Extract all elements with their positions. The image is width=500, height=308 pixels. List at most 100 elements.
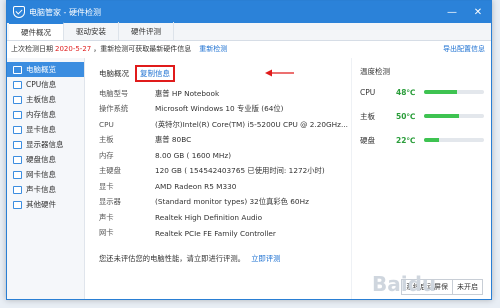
sidebar-item-network[interactable]: 网卡信息	[7, 167, 84, 182]
recheck-link[interactable]: 重新检测	[199, 44, 227, 54]
info-value: 8.00 GB ( 1600 MHz)	[155, 151, 232, 161]
watermark-logo: Baidu	[372, 272, 437, 296]
info-value: AMD Radeon R5 M330	[155, 182, 237, 192]
info-key: 显示器	[99, 197, 121, 207]
network-icon	[13, 170, 22, 179]
benchmark-now-link[interactable]: 立即评测	[251, 254, 280, 263]
copy-info-button[interactable]: 复制信息	[135, 64, 175, 82]
sound-icon	[13, 185, 22, 194]
temp-label: 主板	[360, 111, 375, 121]
tab-bar: 硬件概况 驱动安装 硬件评测	[7, 22, 491, 41]
minimize-button[interactable]: —	[439, 1, 465, 23]
info-key: CPU	[99, 120, 114, 130]
monitor-icon	[13, 65, 22, 74]
temperature-heading: 温度检测	[360, 67, 390, 76]
tab-benchmark[interactable]: 硬件评测	[119, 22, 174, 40]
tab-overview[interactable]: 硬件概况	[9, 22, 64, 40]
disk-icon	[13, 155, 22, 164]
tab-drivers[interactable]: 驱动安装	[64, 22, 119, 40]
temp-bar	[424, 114, 484, 118]
temperature-panel: 温度检测 CPU 48℃ 主板 50℃ 硬盘 22℃	[351, 58, 491, 299]
sidebar-item-label: 硬盘信息	[26, 155, 56, 164]
info-row-gpu: 显卡 AMD Radeon R5 M330	[99, 179, 351, 195]
shield-icon	[13, 6, 25, 18]
temp-row-motherboard: 主板 50℃	[360, 104, 491, 128]
info-key: 声卡	[99, 212, 114, 222]
overview-panel: 电脑概况 复制信息 电脑型号 惠普 HP Notebook 操作系统 Microso…	[85, 58, 351, 299]
info-key: 显卡	[99, 181, 114, 191]
sidebar-item-sound[interactable]: 声卡信息	[7, 182, 84, 197]
sidebar-item-gpu[interactable]: 显卡信息	[7, 122, 84, 137]
sidebar-item-label: 显示器信息	[26, 140, 64, 149]
close-button[interactable]: ✕	[465, 1, 491, 23]
motherboard-icon	[13, 95, 22, 104]
temp-value: 50℃	[396, 111, 416, 121]
benchmark-prompt: 您还未评估您的电脑性能，请立即进行评测。 立即评测	[99, 254, 280, 264]
info-row-sound: 声卡 Realtek High Definition Audio	[99, 210, 351, 226]
sidebar-item-label: 内存信息	[26, 110, 56, 119]
temp-row-disk: 硬盘 22℃	[360, 128, 491, 152]
info-key: 操作系统	[99, 104, 129, 114]
info-key: 网卡	[99, 228, 114, 238]
title-bar: 电脑管家 - 硬件检测 — ✕	[7, 1, 491, 23]
sidebar-item-overview[interactable]: 电脑概览	[7, 62, 84, 77]
sidebar-item-label: 其他硬件	[26, 200, 56, 209]
info-row-display: 显示器 (Standard monitor types) 32位真彩色 60Hz	[99, 195, 351, 211]
temp-label: CPU	[360, 87, 376, 97]
temp-bar-fill	[424, 114, 459, 118]
notice-suffix: ，重新检测可获取最新硬件信息	[93, 45, 192, 53]
other-icon	[13, 200, 22, 209]
temp-bar-fill	[424, 138, 439, 142]
temp-label: 硬盘	[360, 135, 375, 145]
cpu-icon	[13, 80, 22, 89]
temp-bar	[424, 138, 484, 142]
sidebar-item-label: 网卡信息	[26, 170, 56, 179]
info-key: 主板	[99, 135, 114, 145]
sidebar-item-disk[interactable]: 硬盘信息	[7, 152, 84, 167]
temp-bar-fill	[424, 90, 457, 94]
info-value: Microsoft Windows 10 专业版 (64位)	[155, 104, 284, 114]
info-value: 惠普 80BC	[155, 135, 192, 145]
sidebar-item-label: 电脑概览	[26, 65, 56, 74]
sidebar-item-memory[interactable]: 内存信息	[7, 107, 84, 122]
info-value: Realtek High Definition Audio	[155, 213, 263, 223]
temp-value: 22℃	[396, 135, 416, 145]
sidebar-item-display[interactable]: 显示器信息	[7, 137, 84, 152]
sidebar-item-label: 主板信息	[26, 95, 56, 104]
sidebar-item-label: 声卡信息	[26, 185, 56, 194]
info-key: 内存	[99, 150, 114, 160]
sidebar-item-motherboard[interactable]: 主板信息	[7, 92, 84, 107]
info-key: 主硬盘	[99, 166, 121, 176]
last-check-date: 2020-5-27	[55, 45, 92, 53]
info-row-cpu: CPU (英特尔)Intel(R) Core(TM) i5-5200U CPU @…	[99, 117, 351, 133]
gpu-icon	[13, 125, 22, 134]
info-value: 120 GB ( 154542403765 已使用时间: 1272小时)	[155, 166, 325, 176]
sidebar-item-other[interactable]: 其他硬件	[7, 197, 84, 212]
info-row-os: 操作系统 Microsoft Windows 10 专业版 (64位)	[99, 102, 351, 118]
last-check-notice: 上次检测日期 2020-5-27 ，重新检测可获取最新硬件信息 重新检测 导出配…	[7, 41, 491, 57]
display-icon	[13, 140, 22, 149]
info-key: 电脑型号	[99, 88, 129, 98]
hardware-window: 电脑管家 - 硬件检测 — ✕ 硬件概况 驱动安装 硬件评测 上次检测日期 20…	[6, 0, 492, 300]
benchmark-prompt-text: 您还未评估您的电脑性能，请立即进行评测。	[99, 254, 245, 263]
info-value: (Standard monitor types) 32位真彩色 60Hz	[155, 197, 309, 207]
info-row-disk: 主硬盘 120 GB ( 154542403765 已使用时间: 1272小时)	[99, 164, 351, 180]
memory-icon	[13, 110, 22, 119]
sidebar-item-label: CPU信息	[26, 80, 57, 89]
temp-row-cpu: CPU 48℃	[360, 80, 491, 104]
info-row-memory: 内存 8.00 GB ( 1600 MHz)	[99, 148, 351, 164]
overview-heading: 电脑概况	[99, 68, 129, 78]
info-value: 惠普 HP Notebook	[155, 88, 220, 98]
sidebar-item-label: 显卡信息	[26, 125, 56, 134]
info-value: (英特尔)Intel(R) Core(TM) i5-5200U CPU @ 2.…	[155, 119, 348, 129]
info-row-network: 网卡 Realtek PCIe FE Family Controller	[99, 226, 351, 242]
temp-value: 48℃	[396, 87, 416, 97]
arrow-left-icon	[265, 69, 294, 77]
info-row-motherboard: 主板 惠普 80BC	[99, 133, 351, 149]
info-row-model: 电脑型号 惠普 HP Notebook	[99, 86, 351, 102]
sidebar-item-cpu[interactable]: CPU信息	[7, 77, 84, 92]
export-config-link[interactable]: 导出配置信息	[443, 44, 485, 54]
notice-prefix: 上次检测日期	[11, 45, 53, 53]
temp-bar	[424, 90, 484, 94]
window-title: 电脑管家 - 硬件检测	[29, 7, 101, 17]
